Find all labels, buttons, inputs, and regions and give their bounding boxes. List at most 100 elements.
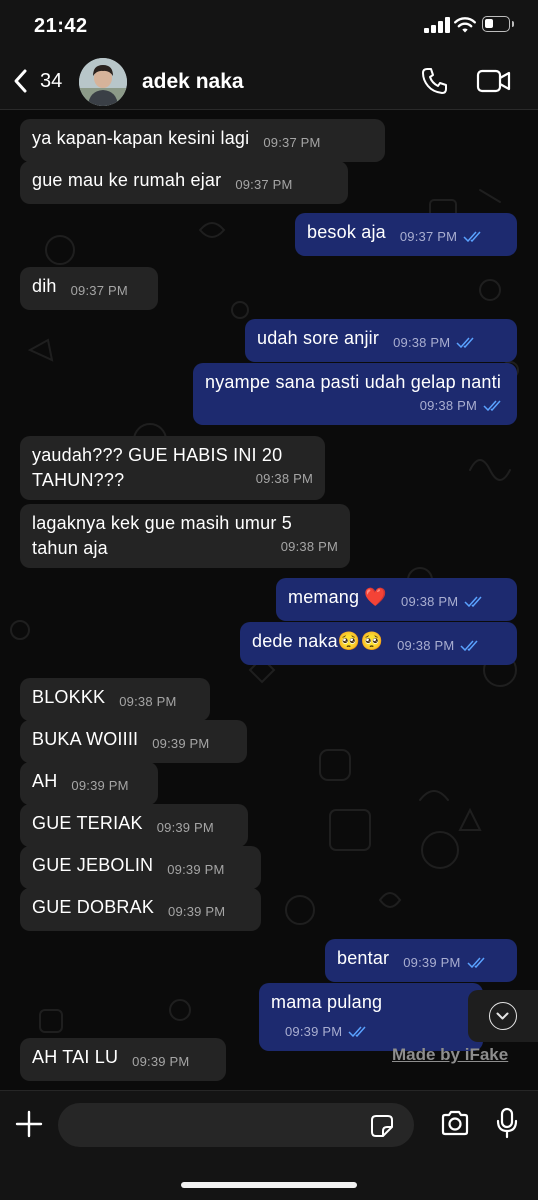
message-time: 09:37 PM [70,283,128,298]
microphone-icon[interactable] [496,1107,518,1139]
unread-count: 34 [40,70,63,92]
message-time: 09:38 PM [119,694,177,709]
message-time: 09:39 PM [167,862,225,877]
incoming-message[interactable]: lagaknya kek gue masih umur 5 tahun aja 0… [20,504,350,568]
message-text: gue mau ke rumah ejar [32,170,222,190]
incoming-message[interactable]: GUE TERIAK 09:39 PM [20,804,248,847]
read-receipt-icon [483,400,501,411]
message-time: 09:39 PM [71,778,129,793]
message-text: memang ❤️ [288,587,388,607]
read-receipt-icon [460,640,478,651]
message-time: 09:38 PM [419,398,477,413]
status-bar: 21:42 [0,0,538,52]
bottom-safe-area [0,1162,538,1200]
contact-name[interactable]: adek naka [142,70,244,94]
message-input[interactable] [58,1103,414,1147]
battery-icon [482,16,514,32]
message-text: AH TAI LU [32,1047,119,1067]
read-receipt-icon [348,1026,366,1037]
message-meta: 09:37 PM [235,172,292,197]
outgoing-message[interactable]: nyampe sana pasti udah gelap nanti 09:38 … [193,363,517,425]
message-meta: 09:39 PM [132,1049,189,1074]
message-text: ya kapan-kapan kesini lagi [32,128,250,148]
message-time: 09:39 PM [152,736,210,751]
message-time: 09:38 PM [280,539,338,554]
back-button[interactable]: 34 [10,62,72,100]
incoming-message[interactable]: ya kapan-kapan kesini lagi 09:37 PM [20,119,385,162]
message-time: 09:37 PM [235,177,293,192]
read-receipt-icon [464,596,482,607]
message-meta: 09:39 PM [167,857,224,882]
read-receipt-icon [466,957,485,968]
read-receipt-icon [456,337,474,348]
chevron-left-icon [14,69,27,93]
watermark-label: Made by iFake [392,1045,509,1064]
message-meta: 09:39 PM [285,1019,370,1044]
home-indicator[interactable] [181,1182,357,1188]
wifi-icon [454,17,476,33]
battery-level [485,19,493,28]
message-text: BLOKKK [32,687,106,707]
incoming-message[interactable]: gue mau ke rumah ejar 09:37 PM [20,161,348,204]
message-text: AH [32,771,58,791]
message-input-bar [0,1090,538,1162]
outgoing-message[interactable]: mama pulang 09:39 PM [259,983,483,1051]
incoming-message[interactable]: AH 09:39 PM [20,762,158,805]
cellular-signal-icon [424,17,450,33]
message-meta: 09:39 PM [157,815,214,840]
message-time: 09:37 PM [263,135,321,150]
message-meta: 09:39 PM [71,773,128,798]
message-meta: 09:38 PM [393,330,478,355]
message-meta: 09:38 PM [281,534,338,559]
message-meta: 09:38 PM [256,466,313,491]
sticker-icon[interactable] [370,1114,394,1138]
chevron-down-icon [489,1002,517,1030]
incoming-message[interactable]: BUKA WOIIII 09:39 PM [20,720,247,763]
chat-scroll-area[interactable]: ya kapan-kapan kesini lagi 09:37 PM gue ma… [0,110,538,1090]
video-camera-icon[interactable] [476,68,512,94]
incoming-message[interactable]: dih 09:37 PM [20,267,158,310]
message-meta: 09:39 PM [168,899,225,924]
message-text: dih [32,276,57,296]
contact-avatar[interactable] [79,58,127,106]
message-time: 09:39 PM [168,904,226,919]
outgoing-message[interactable]: bentar 09:39 PM [325,939,517,982]
message-text: udah sore anjir [257,328,380,348]
incoming-message[interactable]: yaudah??? GUE HABIS INI 20 TAHUN??? 09:38… [20,436,325,500]
incoming-message[interactable]: GUE JEBOLIN 09:39 PM [20,846,261,889]
incoming-message[interactable]: GUE DOBRAK 09:39 PM [20,888,261,931]
incoming-message[interactable]: AH TAI LU 09:39 PM [20,1038,226,1081]
camera-icon[interactable] [440,1109,470,1137]
chat-header: 34 adek naka [0,52,538,110]
message-text: GUE DOBRAK [32,897,155,917]
message-meta: 09:37 PM [263,130,320,155]
incoming-message[interactable]: BLOKKK 09:38 PM [20,678,210,721]
message-time: 09:39 PM [132,1054,190,1069]
message-time: 09:38 PM [401,594,459,609]
message-text: GUE JEBOLIN [32,855,154,875]
outgoing-message[interactable]: udah sore anjir 09:38 PM [245,319,517,362]
message-time: 09:39 PM [403,955,461,970]
message-meta: 09:38 PM [397,633,482,658]
message-text: GUE TERIAK [32,813,143,833]
outgoing-message[interactable]: besok aja 09:37 PM [295,213,517,256]
message-meta: 09:38 PM [401,589,486,614]
message-text: yaudah??? GUE HABIS INI 20 TAHUN??? [32,445,283,490]
message-text: dede naka🥺🥺 [252,631,384,651]
plus-icon[interactable] [14,1109,44,1139]
scroll-to-bottom-button[interactable] [468,990,538,1042]
message-text: bentar [337,948,390,968]
message-meta: 09:38 PM [119,689,176,714]
phone-icon[interactable] [420,66,450,96]
outgoing-message[interactable]: dede naka🥺🥺 09:38 PM [240,622,517,665]
message-meta: 09:37 PM [71,278,128,303]
message-meta: 09:39 PM [152,731,209,756]
message-text: BUKA WOIIII [32,729,139,749]
message-time: 09:38 PM [397,638,455,653]
outgoing-message[interactable]: memang ❤️ 09:38 PM [276,578,517,621]
message-time: 09:38 PM [393,335,451,350]
message-text: lagaknya kek gue masih umur 5 tahun aja [32,513,292,558]
message-meta: 09:39 PM [403,950,488,975]
status-time: 21:42 [34,15,88,37]
message-text: nyampe sana pasti udah gelap nanti [205,372,502,392]
